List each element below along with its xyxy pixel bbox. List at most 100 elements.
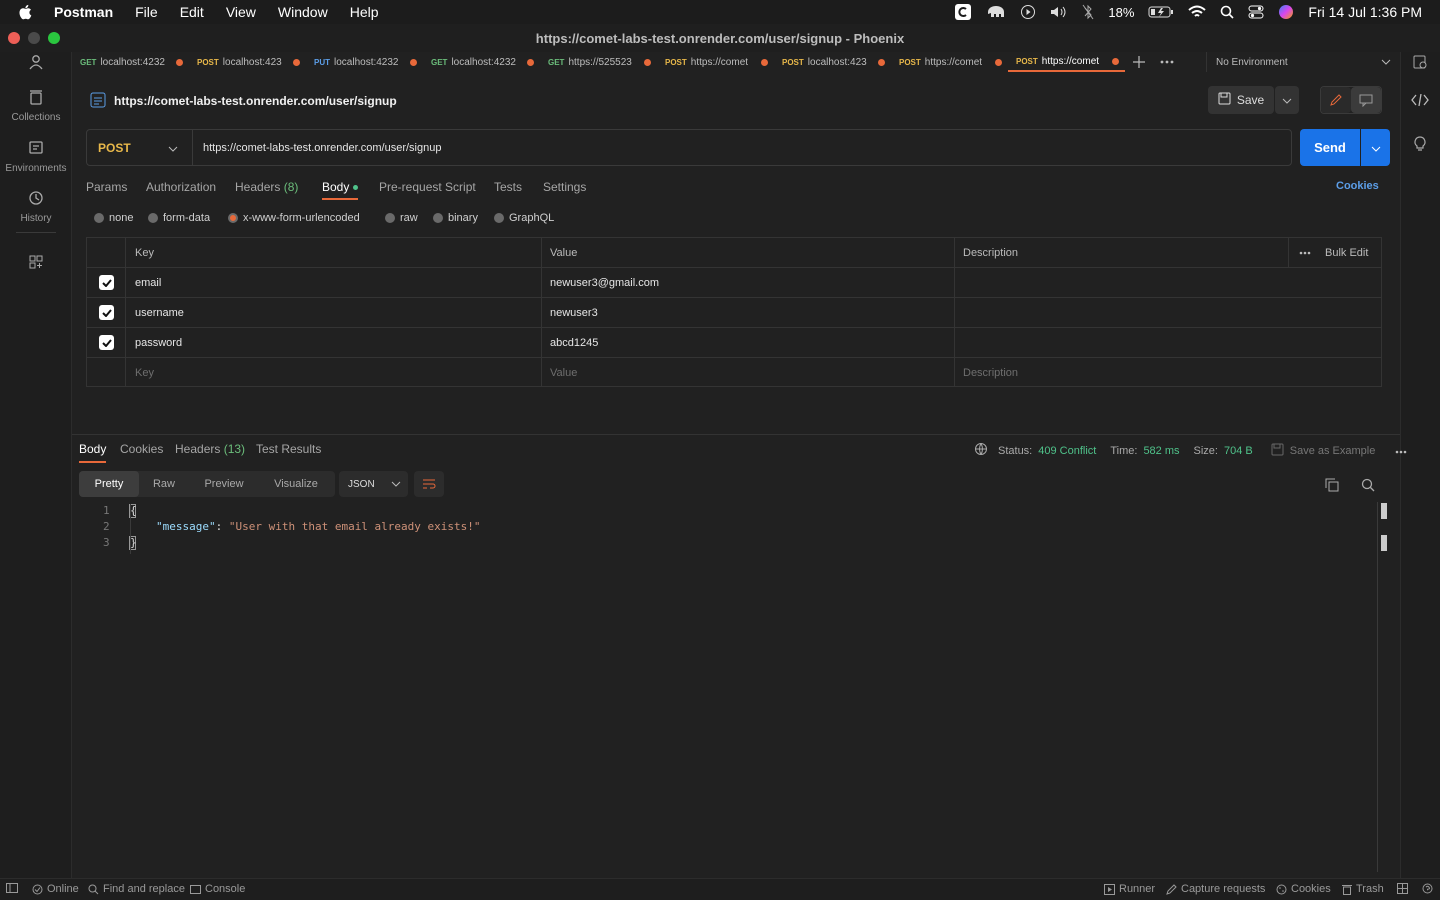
tab-pre-request-script[interactable]: Pre-request Script [379,180,476,194]
menu-file[interactable]: File [135,4,158,20]
menu-help[interactable]: Help [350,4,379,20]
request-tab[interactable]: PUT localhost:4232 [306,52,423,72]
sidebar-item-collections[interactable]: Collections [0,89,72,123]
runner-button[interactable]: Runner [1104,883,1155,895]
radio-x-www-form-urlencoded[interactable]: x-www-form-urlencoded [228,212,360,224]
configure-workbench-icon[interactable] [0,254,72,270]
request-tab[interactable]: POST localhost:423 [774,52,891,72]
bulk-edit-button[interactable]: Bulk Edit [1317,238,1368,267]
code-icon[interactable] [1411,93,1429,109]
row-checkbox[interactable] [99,268,114,297]
more-options-icon[interactable] [1395,445,1407,457]
copy-icon[interactable] [1325,478,1339,495]
send-button[interactable]: Send [1300,129,1360,166]
scrollbar-track[interactable] [1377,502,1378,872]
status-value[interactable]: 409 Conflict [1038,445,1096,457]
tab-headers[interactable]: Headers (8) [235,180,298,194]
cookies-button[interactable]: Cookies [1276,883,1331,895]
more-options-icon[interactable] [1291,238,1311,267]
radio-form-data[interactable]: form-data [148,212,210,224]
volume-icon[interactable] [1050,5,1068,19]
row-checkbox[interactable] [99,298,114,327]
request-tab[interactable]: GET localhost:4232 [72,52,189,72]
row-value[interactable]: abcd1245 [542,328,598,357]
radio-graphql[interactable]: GraphQL [494,212,554,224]
request-tab[interactable]: POST https://comet [657,52,774,72]
row-value[interactable]: newuser3@gmail.com [542,268,659,297]
view-preview[interactable]: Preview [189,478,259,490]
request-tab[interactable]: GET https://525523 [540,52,657,72]
console-button[interactable]: Console [190,883,245,895]
wrap-lines-icon[interactable] [414,471,444,497]
bluetooth-off-icon[interactable] [1082,4,1094,20]
screen-capture-icon[interactable] [954,3,972,21]
tab-settings[interactable]: Settings [543,180,586,194]
row-key[interactable]: password [127,328,182,357]
view-pretty[interactable]: Pretty [79,471,139,497]
method-selector[interactable]: POST [87,130,193,165]
help-icon[interactable] [1422,883,1433,894]
tab-authorization[interactable]: Authorization [146,180,216,194]
response-tab-cookies[interactable]: Cookies [120,442,163,456]
save-dropdown-button[interactable] [1275,86,1299,114]
request-name[interactable]: https://comet-labs-test.onrender.com/use… [114,94,397,108]
close-window-button[interactable] [8,32,20,44]
key-input[interactable]: Key [127,358,154,387]
value-input[interactable]: Value [542,358,577,387]
response-tab-body[interactable]: Body [79,442,106,456]
comment-icon[interactable] [1351,87,1381,113]
user-icon[interactable] [0,54,72,70]
play-icon[interactable] [1020,4,1036,20]
spotlight-search-icon[interactable] [1220,5,1234,19]
trash-button[interactable]: Trash [1342,883,1384,895]
radio-none[interactable]: none [94,212,133,224]
apple-icon[interactable] [18,4,38,20]
lightbulb-icon[interactable] [1412,136,1428,155]
response-tab-headers[interactable]: Headers (13) [175,442,245,456]
globe-icon[interactable] [974,442,988,459]
capture-requests-button[interactable]: Capture requests [1166,883,1265,895]
tab-overflow-icon[interactable] [1153,60,1181,64]
wifi-icon[interactable] [1188,5,1207,19]
save-as-example-button[interactable]: Save as Example [1290,445,1376,457]
minimize-window-button[interactable] [28,32,40,44]
save-button[interactable]: Save [1208,86,1274,114]
online-status[interactable]: Online [32,883,79,895]
menu-window[interactable]: Window [278,4,328,20]
find-replace-button[interactable]: Find and replace [88,883,185,895]
new-tab-plus-icon[interactable] [1125,56,1153,68]
sidebar-item-history[interactable]: History [0,190,72,224]
layout-icon[interactable] [1397,883,1408,894]
siri-icon[interactable] [1278,4,1294,20]
radio-binary[interactable]: binary [433,212,478,224]
time-value[interactable]: 582 ms [1143,445,1179,457]
battery-icon[interactable] [1148,6,1174,18]
request-tab[interactable]: POST https://comet [891,52,1008,72]
sidebar-item-environments[interactable]: Environments [0,140,72,174]
menu-edit[interactable]: Edit [180,4,204,20]
send-dropdown-button[interactable] [1361,129,1390,166]
cookies-link[interactable]: Cookies [1336,180,1379,192]
size-value[interactable]: 704 B [1224,445,1253,457]
tab-body[interactable]: Body [322,180,358,194]
view-visualize[interactable]: Visualize [259,478,333,490]
environment-quick-look-icon[interactable] [1412,54,1428,73]
row-key[interactable]: username [127,298,184,327]
request-tab[interactable]: GET localhost:4232 [423,52,540,72]
format-selector[interactable]: JSON [339,471,408,497]
radio-raw[interactable]: raw [385,212,418,224]
tab-tests[interactable]: Tests [494,180,522,194]
elephant-icon[interactable] [986,4,1006,20]
menu-view[interactable]: View [226,4,256,20]
zoom-window-button[interactable] [48,32,60,44]
response-tab-test-results[interactable]: Test Results [256,442,321,456]
tab-params[interactable]: Params [86,180,127,194]
app-menu-postman[interactable]: Postman [54,4,113,20]
description-input[interactable]: Description [955,358,1018,387]
request-tab-active[interactable]: POST https://comet [1008,52,1125,72]
control-center-icon[interactable] [1248,5,1264,19]
view-raw[interactable]: Raw [139,478,189,490]
edit-pencil-icon[interactable] [1321,87,1351,113]
environment-selector[interactable]: No Environment [1206,52,1391,72]
row-checkbox[interactable] [99,328,114,357]
